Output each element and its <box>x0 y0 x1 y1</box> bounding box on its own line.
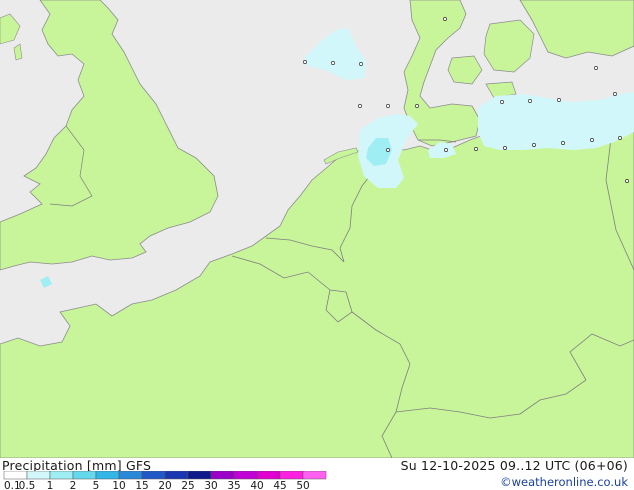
color-scale-label: 1 <box>47 480 54 490</box>
color-scale-label: 2 <box>70 480 77 490</box>
color-scale-label: 30 <box>204 480 217 490</box>
color-scale-label: 45 <box>273 480 286 490</box>
color-scale-swatch <box>72 471 97 480</box>
station-marker <box>358 104 362 108</box>
station-marker <box>386 104 390 108</box>
station-marker <box>303 60 307 64</box>
color-scale-swatch <box>164 471 189 480</box>
color-scale-label: 15 <box>135 480 148 490</box>
color-scale-swatch <box>187 471 212 480</box>
color-scale-labels: 0.10.5 1 2 5 10 15 20 25 30 35 40 45 50 <box>4 480 310 490</box>
color-scale-swatch <box>210 471 235 480</box>
station-marker <box>590 138 594 142</box>
station-marker <box>625 179 629 183</box>
color-scale-swatch <box>233 471 258 480</box>
credit-link[interactable]: ©weatheronline.co.uk <box>500 475 628 489</box>
color-scale-label: 5 <box>93 480 100 490</box>
legend-bar: Precipitation [mm] GFS Su 12-10-2025 09.… <box>0 458 634 490</box>
station-marker <box>561 141 565 145</box>
color-scale-swatches <box>3 471 327 480</box>
station-marker <box>331 61 335 65</box>
color-scale-swatch <box>279 471 304 480</box>
station-marker <box>528 99 532 103</box>
color-scale-label: 50 <box>296 480 309 490</box>
station-marker <box>443 17 447 21</box>
color-scale-swatch <box>95 471 120 480</box>
color-scale-swatch <box>49 471 74 480</box>
station-marker <box>386 148 390 152</box>
color-scale-swatch <box>256 471 281 480</box>
color-scale-label: 35 <box>227 480 240 490</box>
weather-map-panel: Precipitation [mm] GFS Su 12-10-2025 09.… <box>0 0 634 490</box>
station-marker <box>474 147 478 151</box>
station-marker <box>359 62 363 66</box>
station-marker <box>415 104 419 108</box>
color-scale-label: 10 <box>112 480 125 490</box>
station-marker <box>503 146 507 150</box>
color-scale-label: 40 <box>250 480 263 490</box>
color-scale-label: 0.5 <box>19 480 36 490</box>
color-scale-label: 25 <box>181 480 194 490</box>
station-marker <box>500 100 504 104</box>
station-marker <box>594 66 598 70</box>
station-marker <box>618 136 622 140</box>
color-scale: 0.10.5 1 2 5 10 15 20 25 30 35 40 45 50 <box>3 471 328 490</box>
color-scale-swatch <box>26 471 51 480</box>
color-scale-swatch <box>118 471 143 480</box>
color-scale-label: 20 <box>158 480 171 490</box>
station-marker <box>532 143 536 147</box>
station-marker <box>557 98 561 102</box>
valid-time-label: Su 12-10-2025 09..12 UTC (06+06) <box>400 458 628 473</box>
station-marker <box>444 148 448 152</box>
station-marker <box>613 92 617 96</box>
color-scale-swatch <box>141 471 166 480</box>
precipitation-map <box>0 0 634 458</box>
color-scale-swatch <box>3 471 28 480</box>
